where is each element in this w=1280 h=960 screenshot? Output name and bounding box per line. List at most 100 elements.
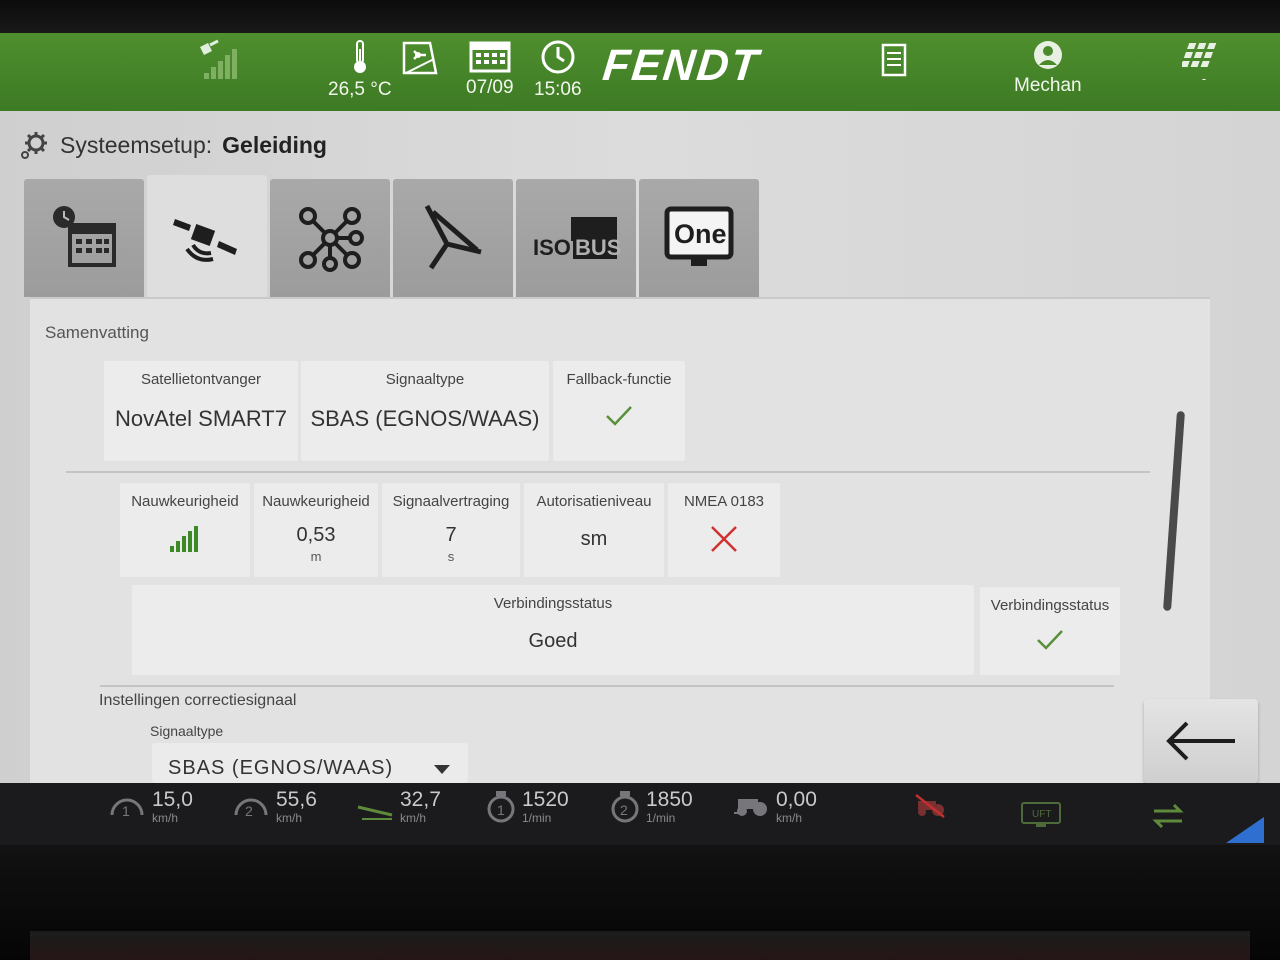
speed-3-display[interactable]: 32,7 km/h — [356, 789, 441, 825]
speed-2-value: 55,6 — [276, 788, 317, 811]
speed-2-display[interactable]: 2 55,6 km/h — [232, 789, 317, 825]
back-button[interactable] — [1144, 699, 1258, 783]
settings-gear-icon — [21, 132, 47, 159]
auth-cell: Autorisatieniveau sm — [524, 483, 664, 577]
delay-value: 7 — [445, 524, 457, 546]
signal-type-cell: Signaaltype SBAS (EGNOS/WAAS) — [301, 361, 549, 461]
speed-gauge-1-icon: 1 — [110, 798, 144, 819]
summary-section-label: Samenvatting — [45, 323, 149, 342]
arrow-left-icon — [1166, 721, 1235, 761]
svg-text:ISO: ISO — [533, 235, 571, 260]
tractor-icon — [734, 799, 767, 816]
dropdown-value: SBAS (EGNOS/WAAS) — [168, 757, 394, 779]
svg-text:2: 2 — [620, 802, 628, 818]
signal-type-value: SBAS (EGNOS/WAAS) — [310, 406, 540, 431]
speed-1-value: 15,0 — [152, 788, 193, 811]
speed-1-display[interactable]: 1 15,0 km/h — [108, 789, 193, 825]
date-value: 07/09 — [466, 77, 514, 98]
delay-unit: s — [447, 549, 455, 564]
speed-3-unit: km/h — [400, 811, 427, 825]
temperature-display[interactable]: 26,5 °C — [328, 39, 392, 101]
date-display[interactable]: 07/09 — [466, 39, 514, 99]
accuracy-cell: Nauwkeurigheid 0,53 m — [254, 483, 378, 577]
ground-speed-unit: km/h — [776, 811, 803, 825]
implement-icon — [424, 204, 482, 270]
chevron-down-icon — [434, 765, 450, 774]
divider-line — [100, 685, 1114, 687]
bottom-status-bar: 1 15,0 km/h 2 55,6 km/h 32,7 km/h 1 1520 1/m… — [0, 783, 1280, 845]
engine-2-icon: 2 — [611, 791, 639, 823]
auth-header: Autorisatieniveau — [536, 493, 652, 510]
swap-arrows-icon[interactable] — [1150, 801, 1186, 831]
user-icon — [1033, 41, 1062, 69]
checklist-icon[interactable] — [880, 43, 908, 77]
rpm-2-value: 1850 — [646, 788, 693, 811]
rpm-1-value: 1520 — [522, 788, 569, 811]
speed-gauge-2-icon: 2 — [234, 798, 268, 819]
display-bezel-top — [0, 0, 1280, 36]
corner-indicator-icon — [1226, 813, 1266, 843]
user-profile[interactable]: Mechan — [1014, 39, 1082, 97]
svg-text:UFT: UFT — [1032, 809, 1051, 820]
divider-line — [66, 471, 1150, 473]
tab-one[interactable]: One — [639, 179, 759, 297]
connection-cell: Verbindingsstatus Goed — [132, 585, 974, 675]
svg-text:1: 1 — [497, 802, 505, 818]
keypad-icon[interactable]: - — [1182, 41, 1226, 86]
check-icon — [606, 406, 632, 426]
one-display-icon: One — [664, 206, 734, 266]
accuracy-bars-header: Nauwkeurigheid — [131, 493, 239, 510]
svg-text:BUS: BUS — [575, 235, 621, 260]
svg-text:2: 2 — [245, 803, 253, 819]
correction-signal-type-dropdown[interactable]: SBAS (EGNOS/WAAS) — [152, 743, 468, 783]
tab-guidance[interactable] — [147, 175, 267, 297]
check-icon — [1037, 630, 1063, 650]
speed-1-unit: km/h — [152, 811, 179, 825]
connection-status-header: Verbindingsstatus — [990, 597, 1110, 614]
title-prefix: Systeemsetup: — [60, 131, 213, 158]
signal-type-header: Signaaltype — [385, 371, 465, 388]
fallback-cell: Fallback-functie — [553, 361, 685, 461]
rpm-2-display[interactable]: 2 1850 1/min — [610, 789, 693, 825]
clock-calendar-icon — [53, 206, 116, 267]
speed-3-value: 32,7 — [400, 788, 441, 811]
accuracy-unit: m — [310, 549, 322, 564]
receiver-header: Satellietontvanger — [140, 371, 262, 388]
isobus-icon: ISO BUS — [533, 217, 621, 260]
fallback-header: Fallback-functie — [566, 371, 672, 388]
fendt-logo: FENDT — [600, 41, 763, 90]
title-page: Geleiding — [222, 131, 327, 158]
delay-cell: Signaalvertraging 7 s — [382, 483, 520, 577]
svg-text:1: 1 — [122, 803, 130, 819]
tab-time-date[interactable] — [24, 179, 144, 297]
engine-1-icon: 1 — [487, 791, 515, 823]
page-title: Systeemsetup: Geleiding — [18, 129, 327, 161]
time-display[interactable]: 15:06 — [534, 39, 582, 101]
rpm-1-display[interactable]: 1 1520 1/min — [486, 789, 569, 825]
auth-value: sm — [580, 528, 608, 550]
satellite-icon — [173, 219, 237, 262]
tab-network[interactable] — [270, 179, 390, 297]
correction-signal-type-label: Signaaltype — [150, 723, 224, 739]
accuracy-bars-cell: Nauwkeurigheid — [120, 483, 250, 577]
tab-isobus[interactable]: ISO BUS — [516, 179, 636, 297]
signal-strength-icon[interactable] — [196, 39, 242, 81]
user-name: Mechan — [1014, 75, 1082, 96]
connection-value: Goed — [528, 630, 578, 652]
time-value: 15:06 — [534, 79, 582, 100]
cross-icon — [711, 526, 737, 552]
ground-speed-display[interactable]: 0,00 km/h — [732, 789, 817, 825]
fan-window-icon[interactable] — [400, 39, 440, 79]
receiver-cell: Satellietontvanger NovAtel SMART7 — [104, 361, 298, 461]
tab-bar: ISO BUS One — [24, 175, 762, 297]
rpm-1-unit: 1/min — [522, 811, 552, 825]
speed-2-unit: km/h — [276, 811, 303, 825]
display-bezel-bottom — [0, 845, 1280, 960]
uft-display-icon[interactable]: UFT — [1020, 801, 1062, 829]
connection-header: Verbindingsstatus — [493, 595, 613, 612]
tractor-disabled-icon[interactable] — [912, 791, 948, 821]
tab-implement[interactable] — [393, 179, 513, 297]
accuracy-value: 0,53 — [296, 524, 336, 546]
nmea-cell: NMEA 0183 — [668, 483, 780, 577]
ground-speed-value: 0,00 — [776, 788, 817, 811]
